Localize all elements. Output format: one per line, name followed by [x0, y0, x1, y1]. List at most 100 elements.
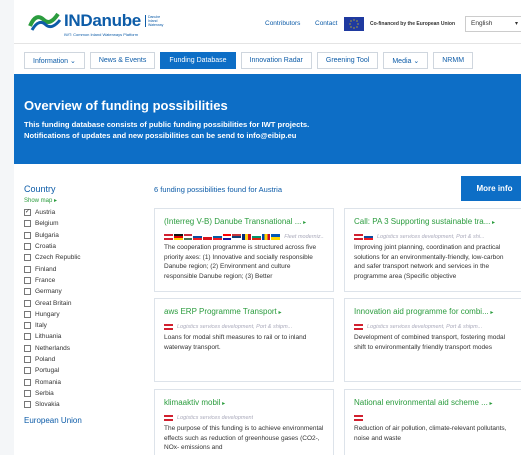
- checkbox[interactable]: [24, 220, 31, 228]
- checkbox[interactable]: [24, 367, 31, 375]
- checkbox[interactable]: [24, 288, 31, 296]
- nav-news-events[interactable]: News & Events: [89, 52, 156, 69]
- checkbox[interactable]: [24, 344, 31, 352]
- card-meta: Fleet moderniz...: [164, 233, 324, 240]
- logo-box-text: Danube Inland Waterway: [144, 15, 165, 27]
- flag-si-icon: [212, 233, 222, 240]
- card-meta: [354, 414, 514, 421]
- nav-information[interactable]: Information ⌄: [24, 52, 85, 69]
- checkbox[interactable]: [24, 231, 31, 239]
- country-label: Czech Republic: [35, 254, 81, 262]
- funding-card-title[interactable]: (Interreg V-B) Danube Transnational ... …: [164, 217, 324, 226]
- country-option[interactable]: Netherlands: [24, 343, 144, 354]
- flag-at-icon: [354, 323, 363, 330]
- checkbox[interactable]: [24, 243, 31, 251]
- flag-at-icon: [354, 233, 363, 240]
- funding-card[interactable]: klimaaktiv mobil ▸ Logistics services dev…: [154, 389, 334, 455]
- card-description: The purpose of this funding is to achiev…: [164, 425, 324, 451]
- checkbox[interactable]: [24, 265, 31, 273]
- card-description: The cooperation programme is structured …: [164, 244, 317, 280]
- country-option[interactable]: Poland: [24, 354, 144, 365]
- funding-card[interactable]: National environmental aid scheme ... ▸ R…: [344, 389, 521, 455]
- card-meta: Logistics services development, Port & s…: [164, 323, 324, 330]
- logo-wave-icon: [28, 10, 62, 32]
- funding-card[interactable]: Innovation aid programme for combi... ▸ L…: [344, 298, 521, 382]
- checkbox[interactable]: [24, 254, 31, 262]
- checkbox[interactable]: [24, 333, 31, 341]
- chevron-down-icon: ⌄: [69, 58, 76, 65]
- funding-card-title[interactable]: Call: PA 3 Supporting sustainable tra...…: [354, 217, 514, 226]
- country-label: Serbia: [35, 389, 54, 397]
- checkbox-checked[interactable]: ✓: [24, 209, 31, 217]
- country-option[interactable]: ✓ Austria: [24, 207, 144, 218]
- arrow-right-icon: ▸: [490, 220, 496, 226]
- checkbox[interactable]: [24, 322, 31, 330]
- country-option[interactable]: Croatia: [24, 241, 144, 252]
- checkbox[interactable]: [24, 310, 31, 318]
- indanube-logo[interactable]: INDanube Danube Inland Waterway IWT: Com…: [28, 10, 165, 37]
- card-category: Logistics services development: [177, 414, 254, 421]
- card-category: Logistics services development, Port & s…: [177, 323, 293, 330]
- site-header: INDanube Danube Inland Waterway IWT: Com…: [14, 0, 521, 44]
- flag-at-icon: [354, 414, 363, 421]
- funding-card-title[interactable]: aws ERP Programme Transport ▸: [164, 307, 324, 316]
- checkbox[interactable]: [24, 276, 31, 284]
- flag-ro-icon: [242, 233, 251, 240]
- european-union-filter-title: European Union: [24, 416, 82, 426]
- funding-card-title[interactable]: National environmental aid scheme ... ▸: [354, 398, 514, 407]
- checkbox[interactable]: [24, 378, 31, 386]
- flag-ua-icon: [271, 233, 281, 240]
- country-label: Lithuania: [35, 333, 62, 341]
- nav-greening-tool[interactable]: Greening Tool: [316, 52, 379, 69]
- language-select[interactable]: English ▾: [465, 16, 521, 32]
- arrow-right-icon: ▸: [220, 401, 226, 407]
- country-option[interactable]: Finland: [24, 263, 144, 274]
- flag-hu-icon: [183, 233, 193, 240]
- funding-card-title[interactable]: klimaaktiv mobil ▸: [164, 398, 324, 407]
- country-option[interactable]: Great Britain: [24, 297, 144, 308]
- country-option[interactable]: Germany: [24, 286, 144, 297]
- country-option[interactable]: Czech Republic: [24, 252, 144, 263]
- funding-card[interactable]: (Interreg V-B) Danube Transnational ... …: [154, 208, 334, 292]
- checkbox[interactable]: [24, 401, 31, 409]
- nav-media[interactable]: Media ⌄: [383, 52, 429, 69]
- main-nav: Information ⌄ News & Events Funding Data…: [24, 52, 474, 69]
- checkbox[interactable]: [24, 356, 31, 363]
- country-option[interactable]: Romania: [24, 376, 144, 387]
- card-meta: Logistics services development: [164, 414, 324, 421]
- nav-innovation-radar[interactable]: Innovation Radar: [240, 52, 312, 69]
- country-option[interactable]: France: [24, 275, 144, 286]
- show-map-link[interactable]: Show map ▸: [24, 197, 144, 204]
- card-description: Development of combined transport, foste…: [354, 334, 506, 351]
- card-description: Reduction of air pollution, climate-rele…: [354, 425, 507, 442]
- country-label: Great Britain: [35, 299, 72, 307]
- country-option[interactable]: Bulgaria: [24, 230, 144, 241]
- funding-card[interactable]: aws ERP Programme Transport ▸ Logistics s…: [154, 298, 334, 382]
- country-option[interactable]: Portugal: [24, 365, 144, 376]
- country-filter-title: Country: [24, 184, 56, 194]
- flag-at-icon: [164, 414, 173, 421]
- funding-card[interactable]: Call: PA 3 Supporting sustainable tra...…: [344, 208, 521, 292]
- contact-link[interactable]: Contact: [315, 20, 337, 27]
- card-category: Logistics services development, Port & s…: [367, 323, 483, 330]
- arrow-right-icon: ▸: [276, 310, 282, 316]
- flag-at-icon: [164, 233, 173, 240]
- checkbox[interactable]: [24, 299, 31, 307]
- arrow-right-icon: ▸: [487, 401, 493, 407]
- country-option[interactable]: Lithuania: [24, 331, 144, 342]
- country-label: Netherlands: [35, 344, 71, 352]
- country-option[interactable]: Belgium: [24, 218, 144, 229]
- flag-rs-icon: [232, 233, 242, 240]
- checkbox[interactable]: [24, 389, 31, 397]
- nav-nrmm[interactable]: NRMM: [433, 52, 474, 69]
- country-option[interactable]: Serbia: [24, 388, 144, 399]
- funding-card-title[interactable]: Innovation aid programme for combi... ▸: [354, 307, 514, 316]
- country-label: Poland: [35, 356, 56, 363]
- country-option[interactable]: Slovakia: [24, 399, 144, 410]
- more-info-button[interactable]: More info: [461, 176, 521, 201]
- hero-banner: Overview of funding possibilities This f…: [14, 74, 521, 164]
- country-option[interactable]: Italy: [24, 320, 144, 331]
- nav-funding-database[interactable]: Funding Database: [160, 52, 236, 69]
- country-option[interactable]: Hungary: [24, 309, 144, 320]
- contributors-link[interactable]: Contributors: [265, 20, 300, 27]
